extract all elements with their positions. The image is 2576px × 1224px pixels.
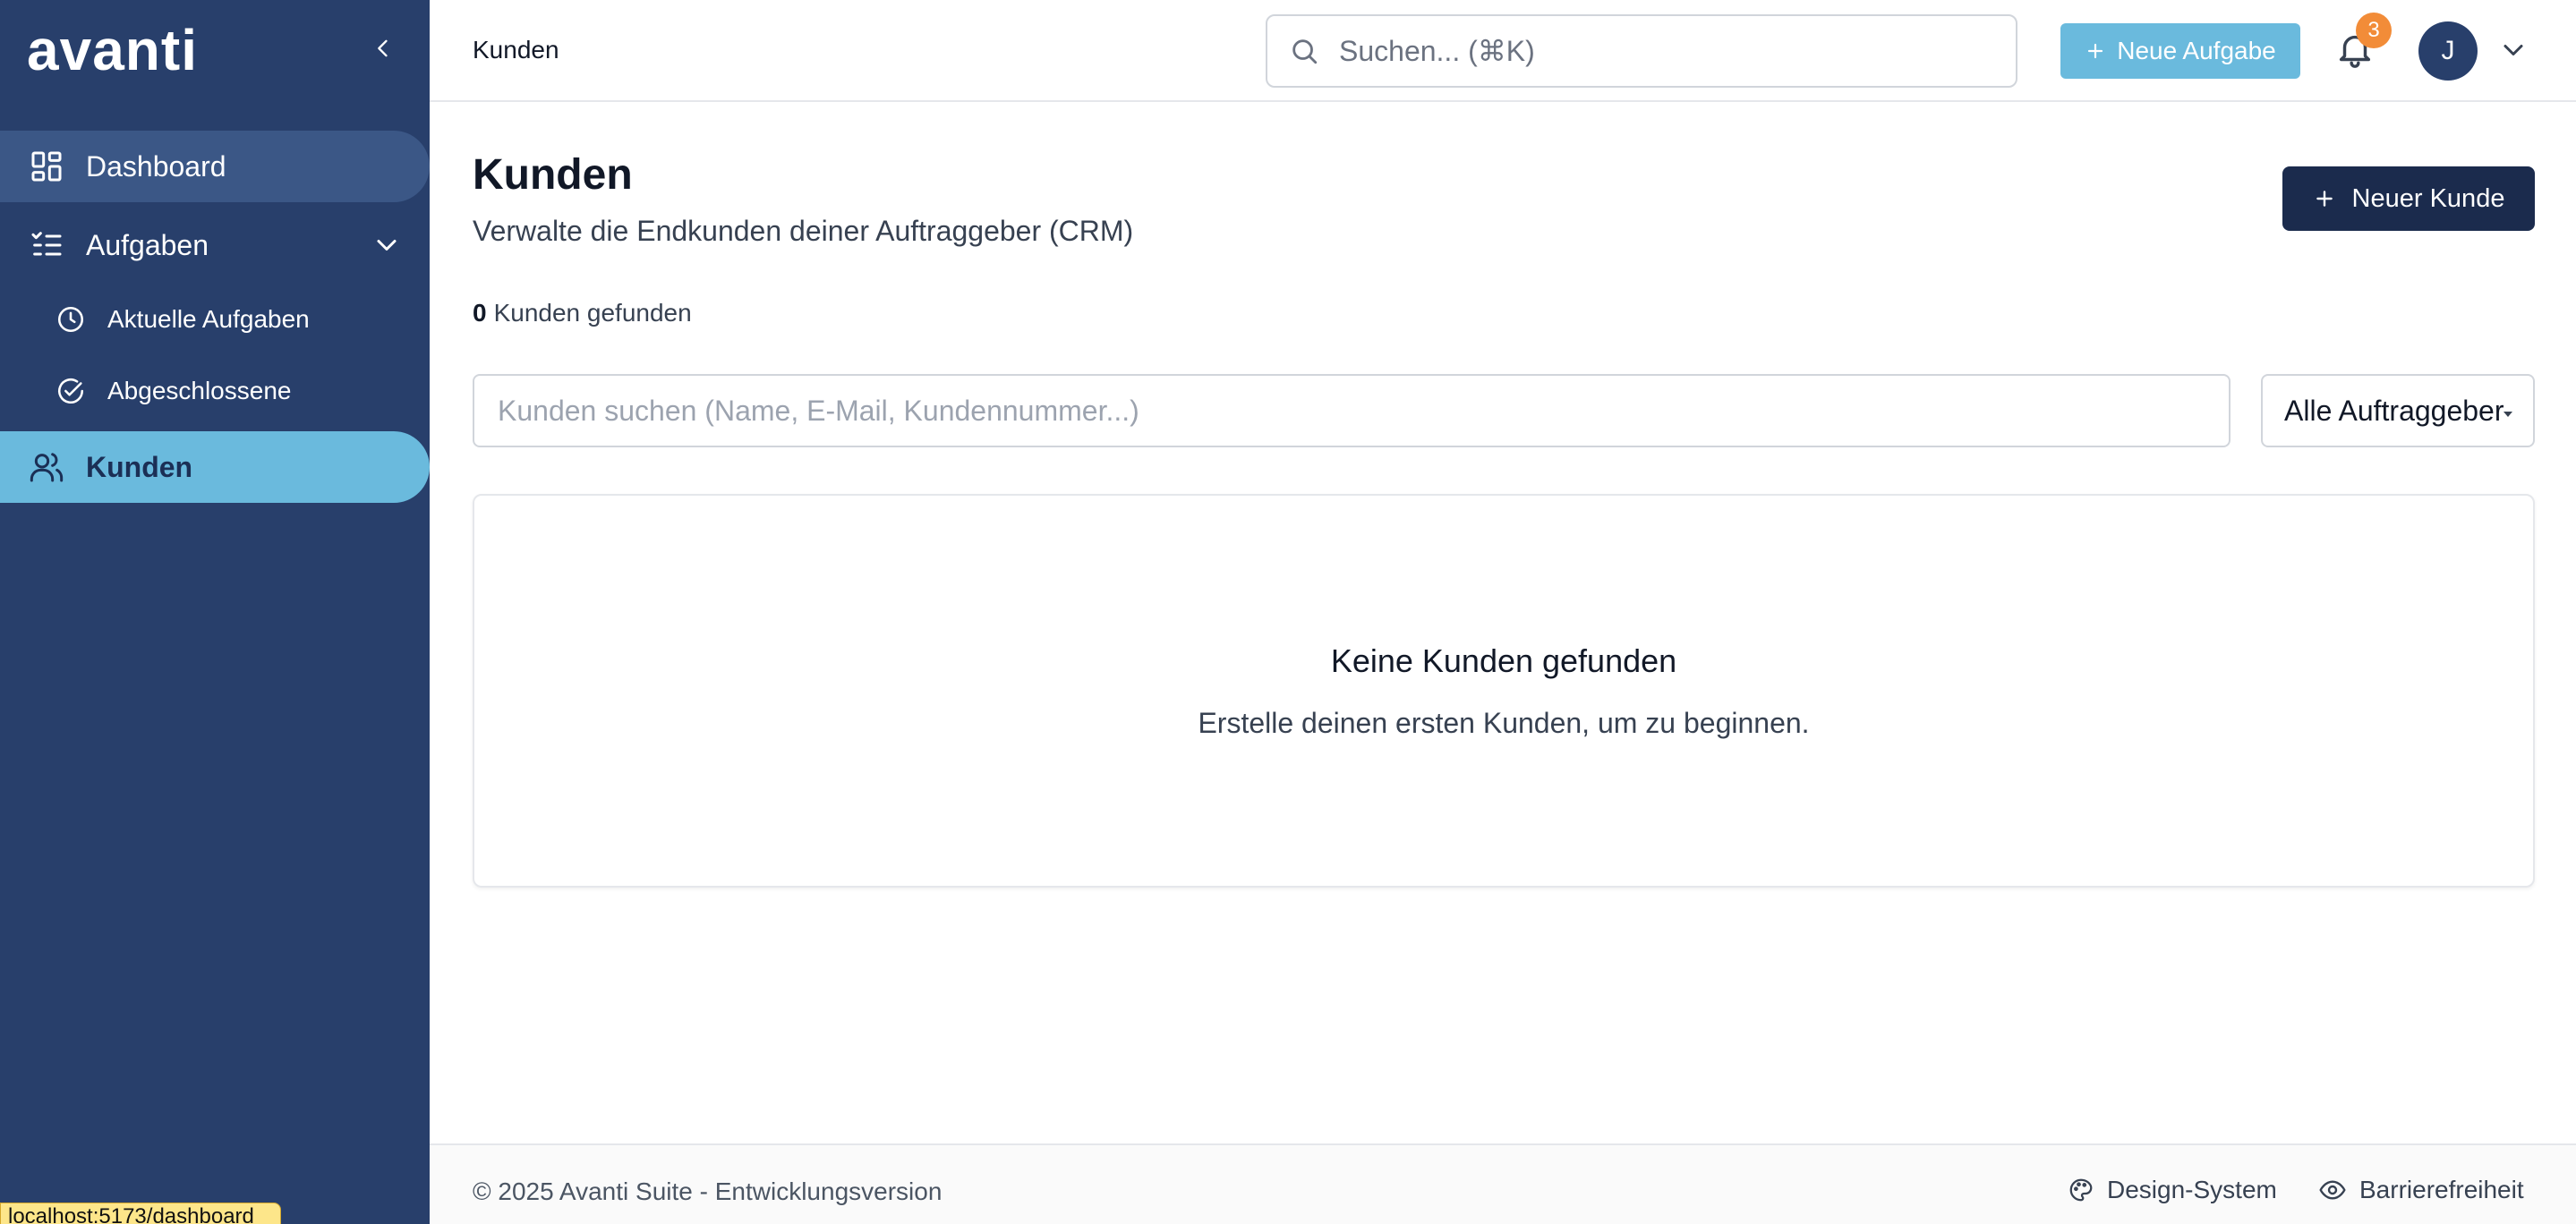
sidebar-item-label: Aktuelle Aufgaben	[107, 305, 310, 333]
design-system-link[interactable]: Design-System	[2068, 1172, 2277, 1208]
client-filter-value: Alle Auftraggeber	[2284, 394, 2504, 427]
check-circle-icon	[58, 378, 84, 404]
chevron-left-icon	[378, 39, 388, 57]
empty-state-text: Erstelle deinen ersten Kunden, um zu beg…	[1198, 707, 1810, 739]
dashboard-icon	[31, 151, 62, 182]
sidebar: avanti Dashboard Aufgaben Aktuelle Aufga…	[0, 0, 430, 1224]
client-filter-select[interactable]: Alle Auftraggeber	[2261, 374, 2535, 447]
empty-state-card: Keine Kunden gefunden Erstelle deinen er…	[473, 494, 2535, 888]
notification-badge: 3	[2356, 13, 2392, 48]
empty-state-title: Keine Kunden gefunden	[1330, 642, 1677, 679]
sidebar-item-label: Abgeschlossene	[107, 377, 292, 404]
plus-icon	[2316, 191, 2333, 207]
footer: © 2025 Avanti Suite - Entwicklungsversio…	[430, 1143, 2576, 1224]
sidebar-item-tasks[interactable]: Aufgaben	[0, 209, 430, 281]
status-bar-url: localhost:5173/dashboard	[0, 1203, 281, 1224]
collapse-sidebar-button[interactable]	[367, 32, 399, 64]
accessibility-label: Barrierefreiheit	[2359, 1176, 2524, 1203]
new-customer-button[interactable]: Neuer Kunde	[2282, 166, 2535, 231]
users-icon	[30, 453, 64, 482]
clock-icon	[57, 306, 84, 333]
sidebar-item-label: Aufgaben	[86, 228, 209, 261]
customer-search-input[interactable]	[474, 376, 2229, 446]
search-icon	[1292, 39, 1318, 64]
accessibility-link[interactable]: Barrierefreiheit	[2318, 1172, 2524, 1208]
copyright-text: © 2025 Avanti Suite - Entwicklungsversio…	[473, 1177, 943, 1205]
sidebar-item-dashboard[interactable]: Dashboard	[0, 131, 430, 202]
result-count-value: 0	[473, 299, 487, 327]
global-search-input[interactable]	[1339, 16, 2001, 86]
eye-icon	[2319, 1180, 2346, 1200]
dropdown-arrow-icon	[2503, 412, 2512, 417]
page-title: Kunden	[473, 151, 633, 199]
breadcrumb: Kunden	[473, 36, 559, 64]
new-task-button[interactable]: Neue Aufgabe	[2060, 23, 2300, 79]
sidebar-item-current-tasks[interactable]: Aktuelle Aufgaben	[0, 287, 430, 352]
result-count: 0 Kunden gefunden	[473, 299, 692, 327]
page-subtitle: Verwalte die Endkunden deiner Auftraggeb…	[473, 215, 1134, 247]
top-header: Kunden Neue Aufgabe 3 J	[430, 0, 2576, 102]
palette-icon	[2069, 1178, 2093, 1202]
sidebar-item-label: Dashboard	[86, 149, 226, 183]
plus-icon	[2088, 43, 2103, 59]
avatar[interactable]: J	[2418, 21, 2478, 81]
customer-search-field[interactable]	[473, 374, 2231, 447]
result-count-text: Kunden gefunden	[493, 299, 692, 327]
chevron-down-icon	[377, 240, 397, 251]
global-search[interactable]	[1266, 14, 2017, 88]
chevron-down-icon[interactable]	[2497, 34, 2529, 66]
sidebar-item-customers[interactable]: Kunden	[0, 431, 430, 503]
tasks-list-icon	[31, 232, 62, 256]
sidebar-item-completed[interactable]: Abgeschlossene	[0, 359, 430, 423]
new-task-label: Neue Aufgabe	[2117, 37, 2276, 64]
app-logo[interactable]: avanti	[27, 21, 198, 79]
sidebar-item-label: Kunden	[86, 450, 193, 483]
new-customer-label: Neuer Kunde	[2351, 183, 2505, 213]
design-system-label: Design-System	[2107, 1176, 2277, 1203]
